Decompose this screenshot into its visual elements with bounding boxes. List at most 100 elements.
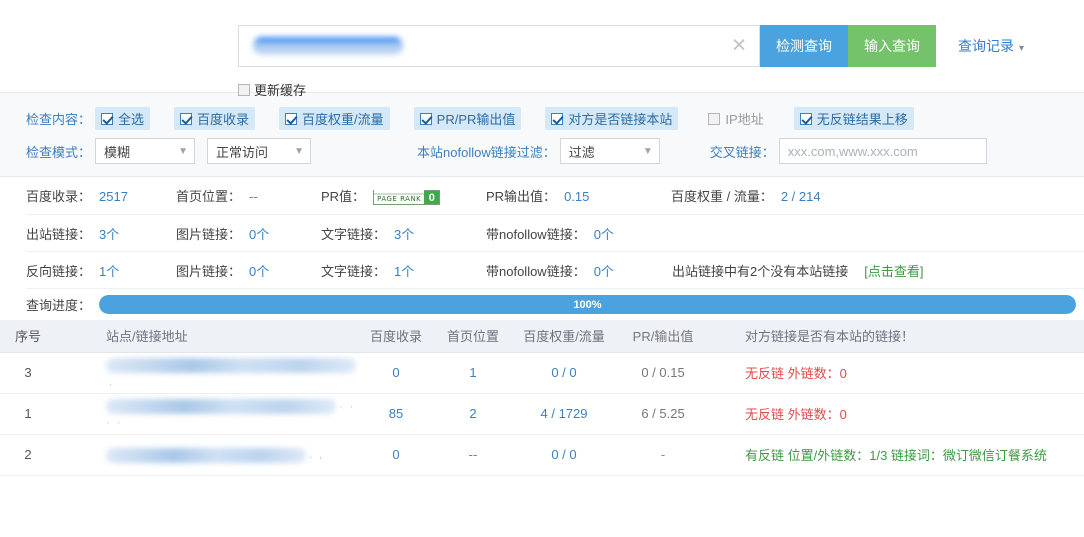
table-row[interactable]: 2 . , 0 -- 0 / 0 - 有反链 位置/外链数：1/3 链接词：微订… [0,434,1084,475]
stat-home-position: 首页位置： -- [176,186,321,205]
search-controls: ✕ 检测查询 输入查询 查询记录▾ [238,25,1024,67]
status-badge: 无反链 外链数：0 [745,407,847,422]
header-weight-traffic[interactable]: 百度权重/流量 [511,320,617,352]
stat-label-text-links: 文字链接： [321,224,386,243]
table-row[interactable]: 3 . 0 1 0 / 0 0 / 0.15 无反链 外链数：0 [0,352,1084,393]
filter-label-baidu-weight: 百度权重/流量 [302,109,384,128]
chevron-down-icon: ▼ [643,146,653,157]
update-cache-label: 更新缓存 [254,80,306,99]
checkbox-box-select-all[interactable] [101,113,113,125]
stat-image-links: 图片链接： 0个 [176,224,321,243]
cell-index: 1 [0,393,56,434]
header-home-position[interactable]: 首页位置 [435,320,511,352]
filter-select-all[interactable]: 全选 [95,107,150,130]
stat-value-pr-output: 0.15 [564,189,589,204]
clear-icon[interactable]: ✕ [731,37,747,56]
cell-weight-traffic: 4 / 1729 [511,393,617,434]
stat-note-text: 出站链接中有2个没有本站链接 [672,261,848,280]
check-mode-label: 检查模式： [26,142,91,161]
stats-row-2: 出站链接： 3个 图片链接： 0个 文字链接： 3个 带nofollow链接： … [26,215,1084,252]
site-url-suffix: . , [309,449,324,461]
query-records-link[interactable]: 查询记录▾ [958,36,1024,56]
site-url-redacted [106,448,306,463]
header-pr-output[interactable]: PR/输出值 [617,320,709,352]
checkbox-box-pr-output[interactable] [420,113,432,125]
check-content-label: 检查内容： [26,109,91,128]
filter-ip-address[interactable]: IP地址 [702,107,769,130]
stat-value-home-position: -- [249,189,258,204]
cell-reciprocal-status: 无反链 外链数：0 [709,393,1084,434]
filter-reciprocal-link[interactable]: 对方是否链接本站 [545,107,678,130]
stat-value-nofollow-links: 0个 [594,224,614,243]
cell-index: 2 [0,434,56,475]
cell-baidu-index: 85 [357,393,435,434]
cell-pr-output: - [617,434,709,475]
cell-site[interactable]: · · · · [56,393,357,434]
checkbox-box-ip-address[interactable] [708,113,720,125]
cell-pr-output: 0 / 0.15 [617,352,709,393]
stat-missing-backlink-note: 出站链接中有2个没有本站链接 [点击查看] [672,261,923,280]
check-mode-select[interactable]: 模糊 ▼ [95,138,195,164]
filter-panel: 检查内容： 全选 百度收录 百度权重/流量 PR/PR输出值 对方是否链接本站 … [0,92,1084,177]
cross-link-input[interactable] [779,138,987,164]
nofollow-filter-value: 过滤 [569,142,595,161]
checkbox-box-reciprocal-link[interactable] [551,113,563,125]
input-query-button[interactable]: 输入查询 [848,25,936,67]
stat-baidu-index: 百度收录： 2517 [26,186,176,205]
check-mode-value: 模糊 [104,142,130,161]
stat-backlinks: 反向链接： 1个 [26,261,176,280]
pagerank-badge-number: 0 [424,191,439,204]
checkbox-box-update-cache[interactable] [238,84,250,96]
stat-label-backlinks: 反向链接： [26,261,91,280]
checkbox-box-baidu-weight[interactable] [285,113,297,125]
cell-reciprocal-status: 无反链 外链数：0 [709,352,1084,393]
search-input-redacted-value [253,37,403,55]
stat-label-home-position: 首页位置： [176,186,241,205]
progress-fill: 100% [99,295,1076,314]
cell-home-position: 2 [435,393,511,434]
search-input[interactable]: ✕ [238,25,760,67]
cell-site[interactable]: . [56,352,357,393]
filter-baidu-index[interactable]: 百度收录 [174,107,255,130]
site-url-redacted [106,358,356,373]
detect-query-button[interactable]: 检测查询 [760,25,848,67]
filter-label-baidu-index: 百度收录 [197,109,249,128]
stat-weight-traffic: 百度权重 / 流量： 2 / 214 [671,186,821,205]
cell-pr-output: 6 / 5.25 [617,393,709,434]
visit-mode-select[interactable]: 正常访问 ▼ [207,138,311,164]
update-cache-checkbox[interactable]: 更新缓存 [238,80,306,99]
chevron-down-icon: ▼ [178,146,188,157]
filter-pr-output[interactable]: PR/PR输出值 [414,107,522,130]
header-site[interactable]: 站点/链接地址 [56,320,357,352]
stat-label-pr-value: PR值： [321,186,365,205]
cell-site[interactable]: . , [56,434,357,475]
cell-weight-traffic: 0 / 0 [511,434,617,475]
chevron-down-icon: ▾ [1019,43,1024,54]
stat-text-links: 文字链接： 3个 [321,224,486,243]
filter-baidu-weight[interactable]: 百度权重/流量 [279,107,390,130]
header-reciprocal-status[interactable]: 对方链接是否有本站的链接！ [709,320,1084,352]
header-baidu-index[interactable]: 百度收录 [357,320,435,352]
status-badge: 有反链 位置/外链数：1/3 链接词：微订微信订餐系统 [745,448,1047,463]
check-mode-row: 检查模式： 模糊 ▼ 正常访问 ▼ 本站nofollow链接过滤： 过滤 ▼ 交… [0,134,1084,168]
stat-value-backlink-text-links: 1个 [394,261,414,280]
stat-value-image-links: 0个 [249,224,269,243]
table-header-row: 序号 站点/链接地址 百度收录 首页位置 百度权重/流量 PR/输出值 对方链接… [0,320,1084,352]
header-index[interactable]: 序号 [0,320,56,352]
stat-value-backlinks: 1个 [99,261,119,280]
filter-label-no-backlink-top: 无反链结果上移 [817,109,908,128]
stat-pr-output: PR输出值： 0.15 [486,186,671,205]
stat-nofollow-links: 带nofollow链接： 0个 [486,224,614,243]
checkbox-box-baidu-index[interactable] [180,113,192,125]
stats-row-3: 反向链接： 1个 图片链接： 0个 文字链接： 1个 带nofollow链接： … [26,252,1084,289]
stat-label-backlink-image-links: 图片链接： [176,261,241,280]
nofollow-filter-select[interactable]: 过滤 ▼ [560,138,660,164]
nofollow-filter-label: 本站nofollow链接过滤： [417,142,556,161]
filter-no-backlink-top[interactable]: 无反链结果上移 [794,107,914,130]
filter-label-reciprocal-link: 对方是否链接本站 [568,109,672,128]
progress-label: 查询进度： [26,295,91,314]
table-row[interactable]: 1 · · · · 85 2 4 / 1729 6 / 5.25 无反链 外链数… [0,393,1084,434]
view-details-link[interactable]: [点击查看] [864,261,923,280]
checkbox-box-no-backlink-top[interactable] [800,113,812,125]
stats-panel: 百度收录： 2517 首页位置： -- PR值： PAGE RANK 0 PR输… [0,177,1084,289]
